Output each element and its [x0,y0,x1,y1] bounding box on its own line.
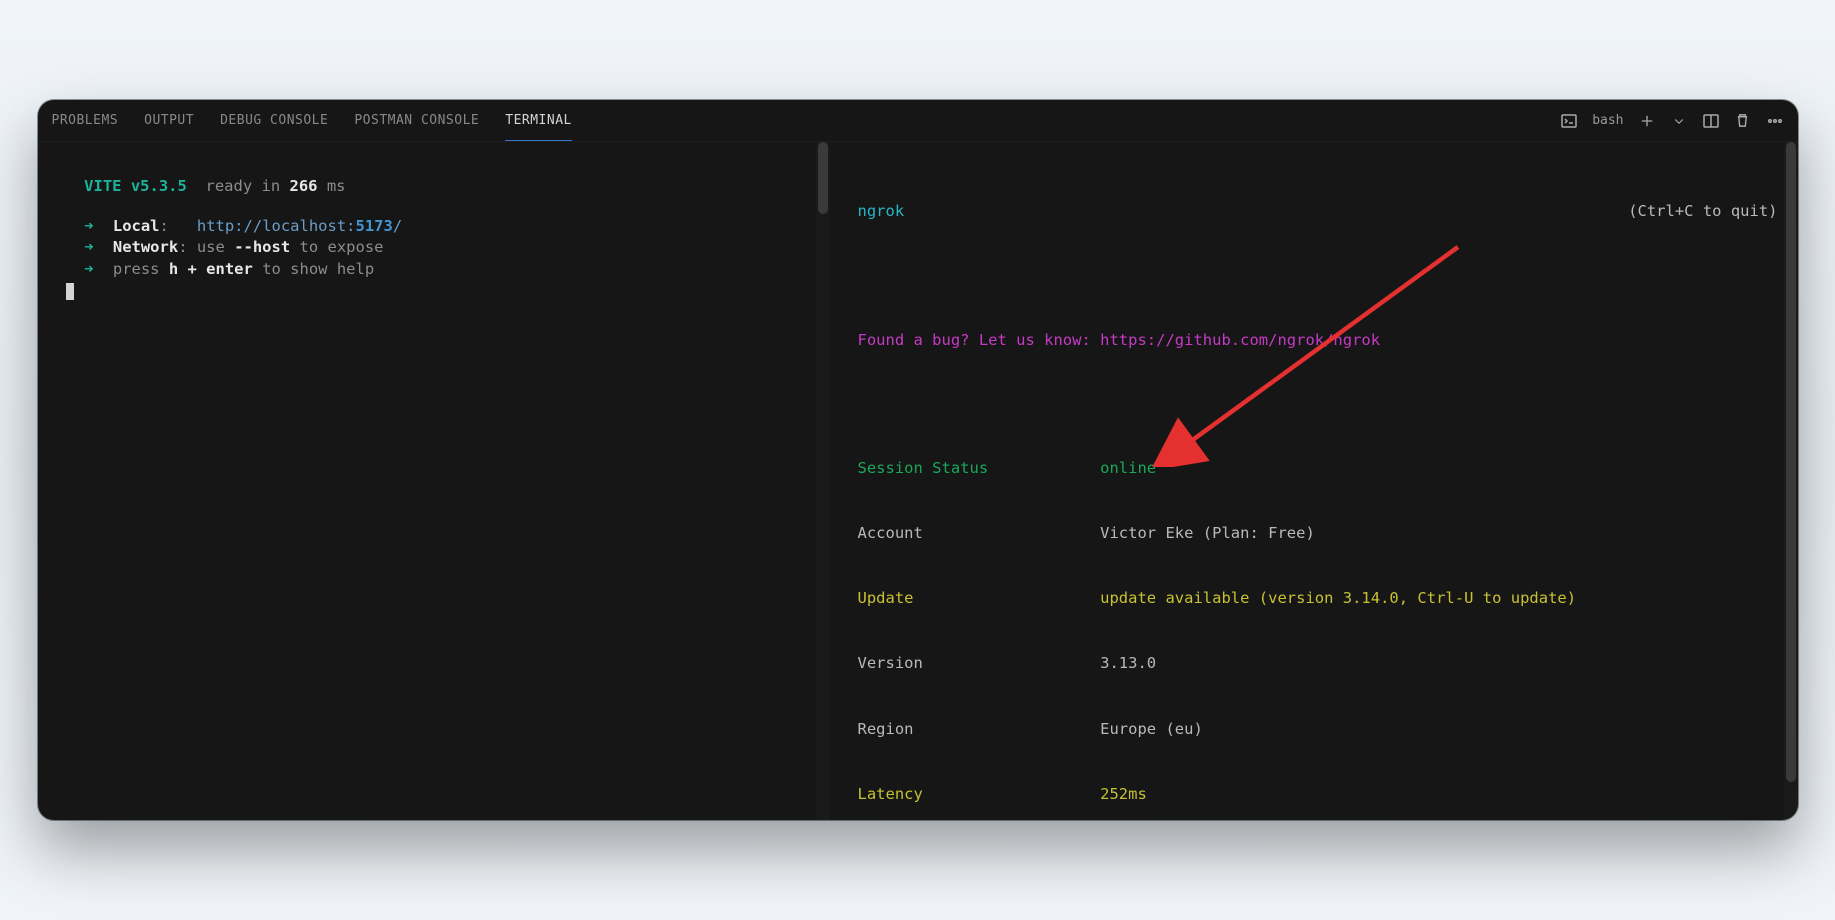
ngrok-account-v: Victor Eke (Plan: Free) [1100,524,1315,542]
tab-terminal[interactable]: TERMINAL [505,101,572,141]
terminal-pane-right[interactable]: ngrok (Ctrl+C to quit) Found a bug? Let … [830,142,1798,820]
terminal-split: VITE v5.3.5 ready in 266 ms ➜ Local: htt… [38,142,1798,820]
panel-tabs: PROBLEMS OUTPUT DEBUG CONSOLE POSTMAN CO… [38,100,1798,142]
vite-network-hint: : use [178,238,234,256]
ngrok-bug-line: Found a bug? Let us know: https://github… [858,330,1778,352]
ngrok-update-k: Update [858,589,1101,607]
ngrok-region-k: Region [858,720,1101,738]
vite-network-label: Network [113,238,178,256]
ngrok-latency-v: 252ms [1100,785,1147,803]
vite-local-line: ➜ Local: http://localhost:5173/ [66,216,810,238]
scrollbar-thumb[interactable] [1786,142,1796,782]
vite-local-label: Local [113,217,160,235]
trash-icon[interactable] [1734,112,1752,130]
ngrok-title: ngrok [858,201,905,223]
tab-output[interactable]: OUTPUT [144,101,194,140]
vite-help-suffix: to show help [253,260,374,278]
terminal-shell-label[interactable]: bash [1592,113,1623,128]
vite-help-line: ➜ press h + enter to show help [66,259,810,281]
terminal-cursor [66,283,74,300]
vite-banner: VITE v5.3.5 ready in 266 ms [66,176,810,198]
vite-ready-prefix: ready in [206,177,290,195]
chevron-down-icon[interactable] [1670,112,1688,130]
vite-help-key: h + enter [169,260,253,278]
vite-network-flag: --host [234,238,290,256]
vite-local-url-slash: / [393,217,402,235]
vite-ready-unit: ms [318,177,346,195]
tab-debug-console[interactable]: DEBUG CONSOLE [220,101,328,140]
ngrok-version-v: 3.13.0 [1100,654,1156,672]
scrollbar-thumb[interactable] [818,142,828,214]
tab-postman-console[interactable]: POSTMAN CONSOLE [354,101,479,140]
vite-local-url-host: localhost: [262,217,355,235]
vite-version: v5.3.5 [131,177,187,195]
ngrok-update-v: update available (version 3.14.0, Ctrl-U… [1100,589,1576,607]
terminal-profile-icon[interactable] [1560,112,1578,130]
split-terminal-icon[interactable] [1702,112,1720,130]
arrow-icon: ➜ [84,217,93,235]
vite-ready-ms: 266 [290,177,318,195]
ngrok-region-v: Europe (eu) [1100,720,1203,738]
scrollbar[interactable] [816,142,830,820]
vite-local-url-prefix: http:// [197,217,262,235]
add-terminal-icon[interactable] [1638,112,1656,130]
vite-local-url-port: 5173 [356,217,393,235]
panel-tab-actions: bash [1560,112,1783,130]
ngrok-status-k: Session Status [858,459,1101,477]
vite-name: VITE [84,177,121,195]
vite-network-line: ➜ Network: use --host to expose [66,237,810,259]
vite-help-prefix: press [113,260,169,278]
ngrok-account-k: Account [858,524,1101,542]
terminal-pane-left[interactable]: VITE v5.3.5 ready in 266 ms ➜ Local: htt… [38,142,830,820]
ngrok-status-v: online [1100,459,1156,477]
tab-problems[interactable]: PROBLEMS [52,101,119,140]
vite-network-hint2: to expose [290,238,383,256]
more-icon[interactable] [1766,112,1784,130]
ngrok-version-k: Version [858,654,1101,672]
ngrok-bug-url: https://github.com/ngrok/ngrok [1100,331,1380,349]
arrow-icon: ➜ [84,238,93,256]
arrow-icon: ➜ [84,260,93,278]
ngrok-quit-hint: (Ctrl+C to quit) [1628,201,1777,223]
scrollbar[interactable] [1784,142,1798,820]
ngrok-bug-prefix: Found a bug? Let us know: [858,331,1101,349]
vscode-panel: PROBLEMS OUTPUT DEBUG CONSOLE POSTMAN CO… [38,100,1798,820]
ngrok-latency-k: Latency [858,785,1101,803]
